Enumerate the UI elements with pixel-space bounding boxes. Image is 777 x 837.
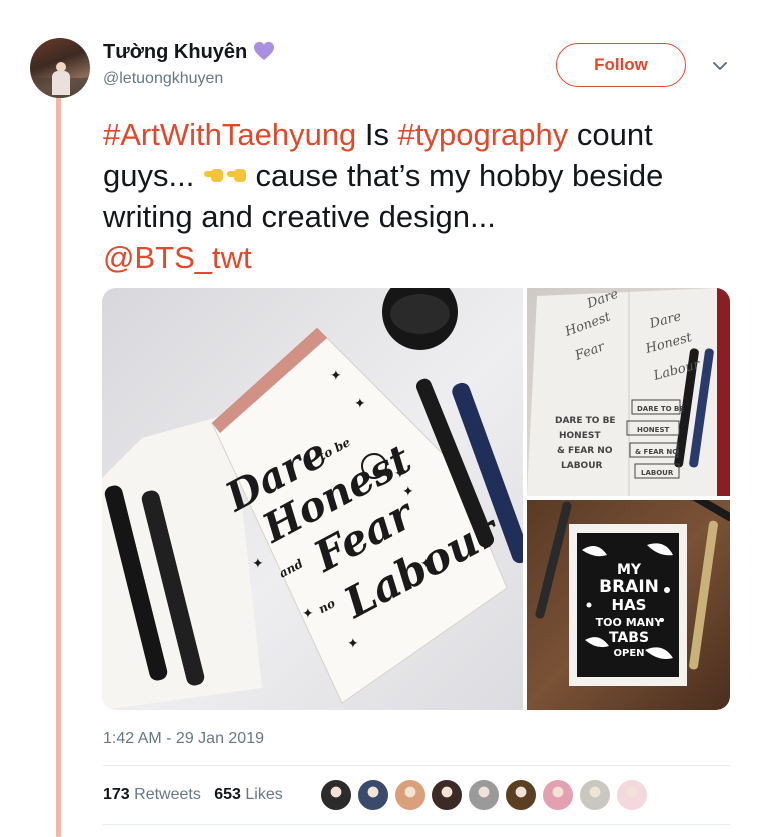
tweet-text: #ArtWithTaehyung Is #typography count gu… — [103, 114, 743, 278]
tweet-text-segment: Is — [356, 117, 398, 152]
svg-text:✦: ✦ — [302, 606, 314, 622]
backhand-index-pointing-right-icon — [203, 169, 246, 182]
thread-line — [56, 92, 61, 837]
art-word: BRAIN — [599, 577, 659, 597]
retweets-count: 173 — [103, 786, 130, 803]
liker-avatar[interactable] — [616, 779, 648, 811]
divider — [103, 824, 730, 825]
media-grid: ✦ ✦ ✦ ✦ ✦ ✦ ✦ ✦ Dare to be Honest and Fear no… — [102, 288, 730, 710]
svg-text:✦: ✦ — [347, 636, 359, 652]
liker-avatar[interactable] — [357, 779, 389, 811]
svg-text:✦: ✦ — [330, 368, 342, 384]
likes-stat[interactable]: 653 Likes — [214, 786, 283, 803]
sketch-label: HONEST — [559, 431, 601, 441]
liker-avatar[interactable] — [320, 779, 352, 811]
liker-avatar[interactable] — [542, 779, 574, 811]
avatar[interactable] — [30, 38, 90, 98]
hashtag-link[interactable]: #typography — [398, 117, 569, 152]
display-name[interactable]: Tường Khuyên — [103, 39, 276, 65]
svg-text:✦: ✦ — [354, 396, 366, 412]
pencil-sketches-image: Dare Honest Fear Dare Honest Labour DARE… — [527, 288, 730, 496]
photo-sketches[interactable]: Dare Honest Fear Dare Honest Labour DARE… — [527, 288, 730, 496]
svg-text:HONEST: HONEST — [637, 426, 669, 434]
photo-main[interactable]: ✦ ✦ ✦ ✦ ✦ ✦ ✦ ✦ Dare to be Honest and Fear no… — [102, 288, 523, 710]
retweets-label: Retweets — [134, 786, 201, 803]
hashtag-link[interactable]: #ArtWithTaehyung — [103, 117, 356, 152]
tweet-timestamp[interactable]: 1:42 AM - 29 Jan 2019 — [103, 730, 264, 748]
art-word: TABS — [609, 630, 649, 646]
mention-link[interactable]: @BTS_twt — [103, 240, 252, 275]
chevron-down-icon[interactable] — [712, 58, 728, 74]
svg-text:LABOUR: LABOUR — [641, 469, 674, 477]
liker-avatar[interactable] — [468, 779, 500, 811]
sketch-label: DARE TO BE — [555, 416, 616, 426]
liker-avatar[interactable] — [394, 779, 426, 811]
sketch-label: & FEAR NO — [557, 446, 613, 456]
photo-brain-tabs[interactable]: MY BRAIN HAS TOO MANY TABS OPEN — [527, 500, 730, 710]
display-name-text[interactable]: Tường Khuyên — [103, 41, 247, 63]
tweet-stats: 173 Retweets 653 Likes — [103, 786, 283, 804]
likes-count: 653 — [214, 786, 241, 803]
svg-text:& FEAR NO: & FEAR NO — [635, 448, 678, 456]
svg-text:✦: ✦ — [402, 484, 414, 500]
art-word: MY — [617, 562, 642, 578]
liker-avatar[interactable] — [505, 779, 537, 811]
art-word: HAS — [612, 596, 647, 614]
art-word: OPEN — [613, 648, 644, 659]
user-handle[interactable]: @letuongkhuyen — [103, 70, 223, 88]
liker-avatar[interactable] — [431, 779, 463, 811]
retweets-stat[interactable]: 173 Retweets — [103, 786, 201, 803]
liker-avatar[interactable] — [579, 779, 611, 811]
svg-text:✦: ✦ — [252, 556, 264, 572]
follow-button[interactable]: Follow — [556, 43, 686, 87]
brain-tabs-image: MY BRAIN HAS TOO MANY TABS OPEN — [535, 500, 730, 686]
art-word: TOO MANY — [596, 616, 664, 629]
likes-label: Likes — [245, 786, 283, 803]
purple-heart-icon — [254, 41, 275, 61]
divider — [103, 765, 730, 766]
svg-text:DARE TO BE: DARE TO BE — [637, 405, 684, 413]
lettering-sketchbook-image: ✦✦✦ ✦✦ ✦ ✦✦ Dare to be Honest and Fear no… — [102, 288, 523, 710]
sketch-label: LABOUR — [561, 461, 603, 471]
